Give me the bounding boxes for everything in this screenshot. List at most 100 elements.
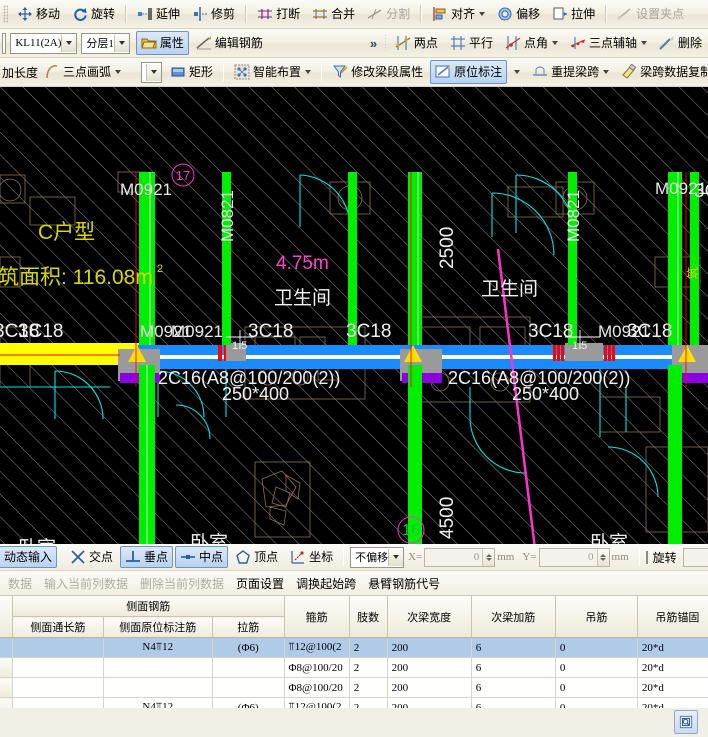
cell-leg-count[interactable]: 2: [349, 677, 388, 698]
col-header-hanging-rebar-anchor[interactable]: 吊筋锚固: [637, 596, 708, 638]
intersection-snap-button[interactable]: 交点: [65, 546, 118, 568]
chevron-down-icon[interactable]: [115, 70, 122, 74]
cell-tie-rebar[interactable]: [212, 677, 285, 698]
extend-button[interactable]: 延伸: [132, 2, 185, 26]
chevron-down-icon[interactable]: [514, 70, 521, 74]
cell-side-through-rebar[interactable]: [12, 677, 104, 698]
three-point-axis-button[interactable]: 三点辅轴: [565, 31, 652, 55]
cell-secondary-beam-rebar[interactable]: 6: [471, 677, 556, 698]
x-offset-field[interactable]: X= 0 mm: [408, 547, 518, 567]
chevron-down-icon[interactable]: [479, 12, 486, 16]
y-offset-spinner[interactable]: 0: [538, 547, 610, 567]
cell-secondary-beam-rebar[interactable]: 6: [471, 657, 556, 678]
smart-layout-button[interactable]: 智能布置: [229, 60, 316, 84]
offset-button[interactable]: 偏移: [492, 2, 545, 26]
offset-mode-dropdown[interactable]: [388, 548, 404, 566]
row-header[interactable]: [0, 677, 14, 698]
col-header-leg-count[interactable]: 肢数: [349, 596, 388, 638]
cell-tie-rebar[interactable]: [212, 657, 285, 678]
trim-button[interactable]: 修剪: [187, 2, 240, 26]
three-point-arc-button[interactable]: 三点画弧: [39, 60, 126, 84]
vertex-snap-button[interactable]: 顶点: [230, 546, 283, 568]
rectangle-button[interactable]: 矩形: [165, 60, 218, 84]
cell-stirrup[interactable]: Φ8@100/20: [284, 657, 350, 678]
link-cantilever-rebar-code[interactable]: 悬臂钢筋代号: [362, 575, 446, 592]
link-swap-start-span[interactable]: 调换起始跨: [290, 575, 362, 592]
cell-secondary-beam-rebar[interactable]: 6: [471, 697, 556, 708]
link-input-current-column[interactable]: 输入当前列数据: [38, 575, 134, 592]
table-row[interactable]: Φ8@100/20 2 200 6 0 20*d ma: [0, 677, 708, 698]
cell-side-insitu-rebar[interactable]: N4⫪12: [103, 697, 213, 708]
chevron-down-icon[interactable]: [603, 70, 610, 74]
chevron-down-icon[interactable]: [640, 41, 647, 45]
layer-dropdown[interactable]: [113, 34, 129, 52]
cell-tie-rebar[interactable]: (Φ6): [212, 637, 285, 658]
cell-stirrup[interactable]: ⫪12@100(2: [284, 637, 350, 658]
cell-leg-count[interactable]: 2: [349, 637, 388, 658]
col-header-secondary-beam-width[interactable]: 次梁宽度: [387, 596, 472, 638]
point-angle-axis-button[interactable]: 点角: [500, 31, 563, 55]
row-header[interactable]: [0, 697, 14, 708]
y-offset-spin-arrows[interactable]: [596, 548, 609, 566]
cell-tie-rebar[interactable]: (Φ6): [212, 697, 285, 708]
x-offset-spinner[interactable]: 0: [424, 547, 496, 567]
copy-beam-span-data-button[interactable]: 梁跨数据复制: [616, 60, 708, 84]
cell-secondary-beam-width[interactable]: 200: [387, 657, 472, 678]
component-type-combo[interactable]: [2, 32, 7, 54]
split-button[interactable]: 分割: [362, 2, 415, 26]
draw-blank-dropdown[interactable]: [146, 63, 162, 81]
rotate-button[interactable]: 旋转: [67, 2, 120, 26]
cell-secondary-beam-rebar[interactable]: 6: [471, 637, 556, 658]
cad-drawing-canvas[interactable]: 16 17 C户型 筑面积: 116.08m 2 M0921 M0821 M08…: [0, 87, 708, 544]
draw-blank-combo[interactable]: [141, 61, 163, 83]
delete-axis-button[interactable]: 删除: [654, 31, 707, 55]
perpendicular-snap-button[interactable]: 垂点: [120, 546, 174, 568]
x-offset-spin-arrows[interactable]: [482, 548, 495, 566]
set-grip-point-button[interactable]: 设置夹点: [612, 2, 689, 26]
component-name-combo[interactable]: KL11(2A): [10, 32, 78, 54]
col-header-tie-rebar[interactable]: 拉筋: [212, 616, 285, 638]
cell-side-through-rebar[interactable]: [12, 657, 104, 678]
midpoint-snap-button[interactable]: 中点: [175, 546, 229, 568]
break-button[interactable]: 打断: [252, 2, 305, 26]
edit-beam-segment-button[interactable]: 修改梁段属性: [327, 60, 428, 84]
two-point-axis-button[interactable]: 两点: [390, 31, 443, 55]
y-offset-field[interactable]: Y= 0 mm: [522, 547, 632, 567]
cell-side-insitu-rebar[interactable]: N4⫪12: [103, 637, 213, 658]
cell-hanging-rebar[interactable]: 0: [555, 697, 638, 708]
table-row[interactable]: N4⫪12 (Φ6) ⫪12@100(2 2 200 6 0 20*d ma: [0, 637, 708, 658]
stretch-button[interactable]: 拉伸: [547, 2, 600, 26]
properties-button[interactable]: 属性: [135, 31, 189, 55]
edit-rebar-button[interactable]: 编辑钢筋: [191, 31, 268, 55]
chevron-down-icon[interactable]: [551, 41, 558, 45]
cell-hanging-rebar[interactable]: 0: [555, 677, 638, 698]
cell-hanging-rebar[interactable]: 0: [555, 657, 638, 678]
cell-stirrup[interactable]: ⫪12@100(2: [284, 697, 350, 708]
move-button[interactable]: 移动: [12, 2, 65, 26]
rotate-spinner[interactable]: 0.000: [682, 547, 708, 567]
cell-side-through-rebar[interactable]: [12, 697, 104, 708]
link-data[interactable]: 数据: [2, 575, 38, 592]
cell-hanging-rebar-anchor[interactable]: 20*d: [637, 657, 708, 678]
col-header-hanging-rebar[interactable]: 吊筋: [555, 596, 638, 638]
cell-hanging-rebar-anchor[interactable]: 20*d: [637, 637, 708, 658]
link-delete-current-column[interactable]: 删除当前列数据: [134, 575, 230, 592]
row-header[interactable]: [0, 637, 14, 658]
cell-leg-count[interactable]: 2: [349, 657, 388, 678]
toolbar-overflow-chevron[interactable]: »: [365, 36, 382, 51]
cell-side-insitu-rebar[interactable]: [103, 657, 213, 678]
cell-secondary-beam-width[interactable]: 200: [387, 637, 472, 658]
rotate-checkbox[interactable]: [645, 550, 648, 564]
cell-hanging-rebar-anchor[interactable]: 20*d: [637, 677, 708, 698]
link-page-setup[interactable]: 页面设置: [230, 575, 290, 592]
cell-side-insitu-rebar[interactable]: [103, 677, 213, 698]
parallel-axis-button[interactable]: 平行: [445, 31, 498, 55]
offset-mode-combo[interactable]: 不偏移: [350, 546, 405, 568]
zoom-window-button[interactable]: [674, 710, 698, 734]
align-button[interactable]: 对齐: [427, 2, 490, 26]
reextract-beam-span-button[interactable]: 重提梁跨: [527, 60, 614, 84]
layer-combo[interactable]: 分层1: [81, 32, 130, 54]
row-header[interactable]: [0, 657, 14, 678]
cell-side-through-rebar[interactable]: [12, 637, 104, 658]
cell-hanging-rebar[interactable]: 0: [555, 637, 638, 658]
